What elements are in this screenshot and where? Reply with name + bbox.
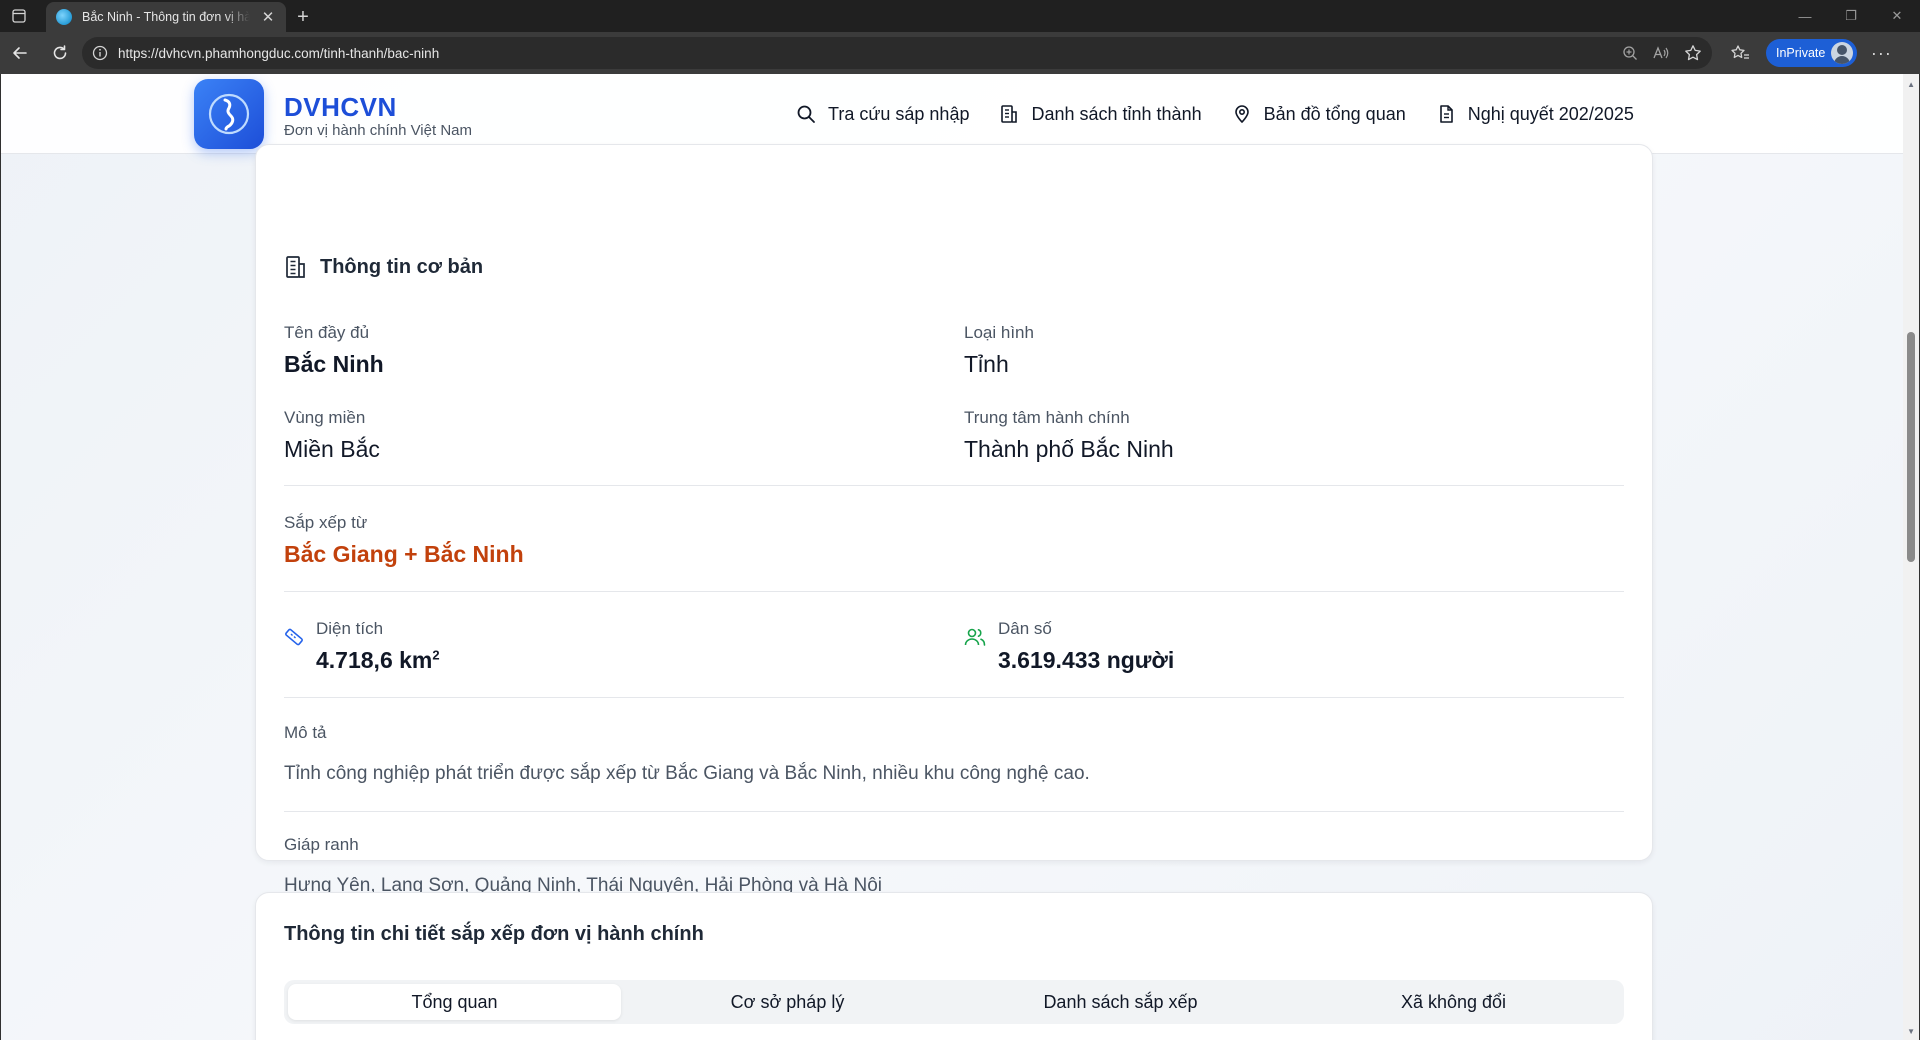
building-icon — [286, 256, 305, 278]
tab-actions-icon — [12, 9, 26, 23]
vietnam-map-logo-icon — [208, 93, 250, 135]
borders-field: Giáp ranh Hưng Yên, Lạng Sơn, Quảng Ninh… — [284, 835, 1624, 897]
brand-subtitle: Đơn vị hành chính Việt Nam — [284, 122, 472, 139]
address-bar[interactable]: https://dvhcvn.phamhongduc.com/tinh-than… — [82, 37, 1712, 69]
basic-info-header: Thông tin cơ bản — [284, 255, 483, 279]
tab-overview[interactable]: Tổng quan — [288, 984, 621, 1020]
scroll-up-arrow-icon[interactable]: ▲ — [1907, 80, 1915, 89]
field-label: Giáp ranh — [284, 835, 359, 854]
close-window-button[interactable]: ✕ — [1874, 0, 1920, 32]
merged-from-value: Bắc Giang + Bắc Ninh — [284, 541, 524, 567]
tab-unchanged-communes[interactable]: Xã không đổi — [1287, 984, 1620, 1020]
site-header: DVHCVN Đơn vị hành chính Việt Nam Tra cứ… — [1, 74, 1905, 154]
nav-label: Nghị quyết 202/2025 — [1467, 103, 1634, 124]
divider — [284, 697, 1624, 698]
population-stat: Dân số 3.619.433 người — [964, 619, 1174, 674]
tab-close-icon[interactable]: ✕ — [260, 8, 276, 26]
area-unit-superscript: 2 — [432, 647, 440, 663]
nav-label: Bản đồ tổng quan — [1263, 103, 1406, 124]
tab-title: Bắc Ninh - Thông tin đơn vị hành chính — [82, 10, 250, 24]
window-controls: — ❐ ✕ — [1782, 0, 1920, 32]
full-name-value: Bắc Ninh — [284, 351, 384, 377]
admin-center-field: Trung tâm hành chính Thành phố Bắc Ninh — [964, 408, 1174, 463]
merged-from-field: Sắp xếp từ Bắc Giang + Bắc Ninh — [284, 513, 524, 568]
area-number: 4.718,6 km — [316, 647, 433, 673]
full-name-field: Tên đầy đủ Bắc Ninh — [284, 323, 384, 378]
nav-item-resolution[interactable]: Nghị quyết 202/2025 — [1436, 104, 1634, 125]
area-value: 4.718,6 km2 — [316, 647, 440, 674]
minimize-button[interactable]: — — [1782, 0, 1828, 32]
site-info-icon[interactable] — [92, 45, 108, 61]
nav-label: Danh sách tỉnh thành — [1031, 103, 1202, 124]
tab-legal-basis[interactable]: Cơ sở pháp lý — [621, 984, 954, 1020]
description-text: Tỉnh công nghiệp phát triển được sắp xếp… — [284, 763, 1090, 784]
new-tab-button[interactable]: + — [286, 2, 320, 32]
type-field: Loại hình Tỉnh — [964, 323, 1034, 378]
admin-center-value: Thành phố Bắc Ninh — [964, 436, 1174, 462]
basic-info-card: Thông tin cơ bản Tên đầy đủ Bắc Ninh Loạ… — [255, 144, 1653, 896]
favorite-star-icon[interactable] — [1684, 44, 1702, 62]
read-aloud-icon[interactable] — [1652, 45, 1670, 61]
detail-tabs: Tổng quan Cơ sở pháp lý Danh sách sắp xế… — [284, 980, 1624, 1024]
search-icon — [797, 105, 815, 123]
ruler-icon — [285, 628, 303, 646]
field-label: Loại hình — [964, 323, 1034, 342]
description-field: Mô tả Tỉnh công nghiệp phát triển được s… — [284, 723, 1624, 785]
refresh-button[interactable] — [40, 35, 80, 71]
field-label: Dân số — [998, 619, 1052, 638]
profile-avatar — [1831, 42, 1854, 64]
population-value: 3.619.433 người — [998, 647, 1175, 673]
main-nav: Tra cứu sáp nhập Danh sách tỉnh thành Bả… — [796, 74, 1634, 154]
tab-merge-list[interactable]: Danh sách sắp xếp — [954, 984, 1287, 1020]
page-scrollbar[interactable]: ▲ ▼ — [1903, 74, 1919, 1040]
nav-item-search-merge[interactable]: Tra cứu sáp nhập — [796, 104, 969, 125]
building-icon — [1001, 105, 1018, 123]
favorites-button[interactable] — [1720, 35, 1760, 71]
field-label: Diện tích — [316, 619, 384, 638]
tab-actions-button[interactable] — [0, 0, 38, 32]
back-button[interactable] — [0, 35, 40, 71]
scrollbar-thumb[interactable] — [1907, 332, 1915, 562]
inprivate-label: InPrivate — [1776, 46, 1826, 60]
browser-toolbar: https://dvhcvn.phamhongduc.com/tinh-than… — [0, 32, 1920, 74]
scroll-down-arrow-icon[interactable]: ▼ — [1907, 1027, 1915, 1036]
divider — [284, 485, 1624, 486]
brand-title[interactable]: DVHCVN — [284, 92, 397, 123]
nav-item-overview-map[interactable]: Bản đồ tổng quan — [1232, 104, 1406, 125]
map-pin-icon — [1234, 105, 1249, 123]
area-stat: Diện tích 4.718,6 km2 — [284, 619, 440, 674]
field-label: Sắp xếp từ — [284, 513, 368, 532]
divider — [284, 591, 1624, 592]
field-label: Mô tả — [284, 723, 327, 742]
refresh-icon — [53, 45, 67, 60]
nav-label: Tra cứu sáp nhập — [828, 103, 970, 124]
field-label: Tên đầy đủ — [284, 323, 370, 342]
favorites-list-icon — [1731, 45, 1749, 59]
type-value: Tỉnh — [964, 351, 1009, 377]
field-label: Vùng miền — [284, 408, 366, 427]
restore-button[interactable]: ❐ — [1828, 0, 1874, 32]
document-icon — [1439, 105, 1453, 123]
back-arrow-icon — [13, 47, 27, 59]
browser-tab-active[interactable]: Bắc Ninh - Thông tin đơn vị hành chính ✕ — [46, 2, 286, 32]
zoom-icon[interactable] — [1622, 45, 1638, 61]
card-title: Thông tin cơ bản — [320, 255, 484, 278]
site-logo[interactable] — [194, 79, 264, 149]
users-icon — [964, 628, 986, 646]
more-options-button[interactable]: ··· — [1863, 37, 1899, 69]
inprivate-badge[interactable]: InPrivate — [1766, 39, 1858, 67]
field-label: Trung tâm hành chính — [964, 408, 1130, 427]
merge-detail-card: Thông tin chi tiết sắp xếp đơn vị hành c… — [255, 892, 1653, 1040]
region-value: Miền Bắc — [284, 436, 380, 462]
card-title: Thông tin chi tiết sắp xếp đơn vị hành c… — [284, 923, 704, 945]
nav-item-province-list[interactable]: Danh sách tỉnh thành — [999, 103, 1202, 125]
page-viewport: DVHCVN Đơn vị hành chính Việt Nam Tra cứ… — [0, 74, 1920, 1040]
divider — [284, 811, 1624, 812]
region-field: Vùng miền Miền Bắc — [284, 408, 380, 463]
browser-titlebar: Bắc Ninh - Thông tin đơn vị hành chính ✕… — [0, 0, 1920, 32]
url-text: https://dvhcvn.phamhongduc.com/tinh-than… — [118, 45, 440, 61]
site-favicon-icon — [56, 9, 72, 25]
